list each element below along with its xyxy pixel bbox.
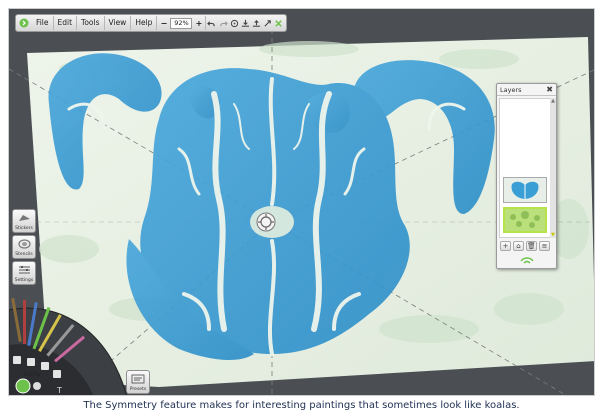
layers-scrollbar[interactable]: ▲ ▼	[550, 98, 556, 238]
stencils-icon	[18, 239, 31, 249]
redo-icon[interactable]	[218, 16, 229, 30]
export-icon[interactable]	[251, 16, 262, 30]
delete-layer-button[interactable]: 🗑	[526, 241, 537, 251]
layers-panel: Layers ✖ ▲ ▼ + ⌂ 🗑 ≡	[496, 83, 557, 269]
layers-actions: + ⌂ 🗑 ≡	[500, 241, 550, 251]
import-icon[interactable]	[240, 16, 251, 30]
wifi-icon	[519, 257, 534, 264]
menu-file[interactable]: File	[32, 16, 54, 30]
layers-title: Layers	[500, 85, 522, 94]
settings-icon	[19, 266, 30, 274]
menu-tools[interactable]: Tools	[77, 16, 105, 30]
stickers-label: Stickers	[15, 226, 33, 231]
undo-icon[interactable]	[206, 16, 217, 30]
settings-label: Settings	[14, 278, 34, 283]
zoom-level[interactable]: 92%	[170, 17, 193, 29]
stickers-button[interactable]: Stickers	[12, 209, 36, 233]
stickers-icon	[19, 215, 30, 221]
presets-button[interactable]: Presets	[126, 370, 150, 394]
stencils-label: Stencils	[15, 252, 33, 257]
layer-options-button[interactable]: ≡	[539, 241, 550, 251]
menu-help[interactable]: Help	[131, 16, 158, 30]
layers-list	[499, 98, 553, 238]
layers-footer	[497, 254, 556, 268]
shrink-icon[interactable]	[273, 16, 284, 30]
fullscreen-icon[interactable]	[262, 16, 273, 30]
opacity-value: 100%	[23, 371, 41, 378]
layers-header: Layers ✖	[497, 84, 556, 96]
app-logo-icon[interactable]	[18, 16, 30, 30]
image-caption: The Symmetry feature makes for interesti…	[83, 400, 520, 411]
menu-bar: File Edit Tools View Help − 92% +	[15, 14, 287, 32]
settings-button[interactable]: Settings	[12, 261, 36, 285]
color-swatch	[15, 378, 31, 394]
zoom-in-button[interactable]: +	[194, 19, 203, 28]
scroll-up-icon[interactable]: ▲	[550, 98, 556, 104]
menu-view[interactable]: View	[105, 16, 132, 30]
presets-icon	[131, 374, 145, 384]
opacity-knob	[33, 382, 41, 390]
layer-thumbnail[interactable]	[503, 177, 547, 203]
symmetry-center-handle[interactable]	[256, 212, 276, 232]
text-tool-icon: T	[56, 386, 62, 395]
menu-edit[interactable]: Edit	[54, 16, 78, 30]
folder-layer-button[interactable]: ⌂	[513, 241, 524, 251]
zoom-control: − 92% +	[157, 16, 207, 30]
tool-tray: T	[9, 290, 129, 395]
layers-close-button[interactable]: ✖	[546, 85, 553, 94]
presets-label: Presets	[129, 387, 147, 392]
symmetry-icon[interactable]	[229, 16, 240, 30]
scroll-down-icon[interactable]: ▼	[550, 232, 556, 238]
stencils-button[interactable]: Stencils	[12, 235, 36, 259]
layer-thumbnail-active[interactable]	[503, 207, 547, 233]
add-layer-button[interactable]: +	[500, 241, 511, 251]
app-screenshot: File Edit Tools View Help − 92% + Layers…	[8, 8, 595, 396]
zoom-out-button[interactable]: −	[159, 19, 168, 28]
